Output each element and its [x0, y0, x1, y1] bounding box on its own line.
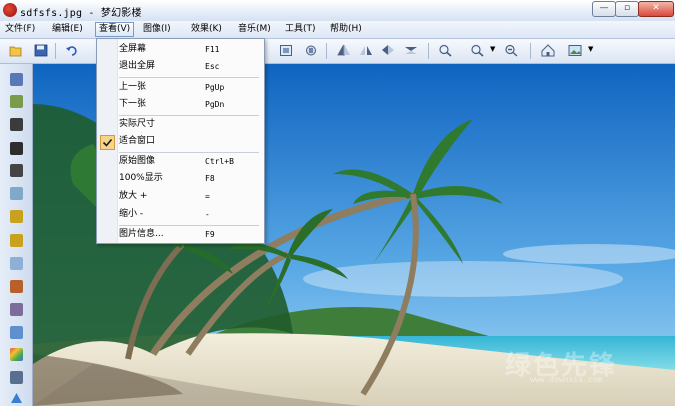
menu-image-info-label: 图片信息...: [119, 229, 164, 239]
mirror-icon[interactable]: [381, 44, 395, 57]
menu-zoom-in-shortcut: =: [205, 192, 210, 201]
picture-chevron-down-icon[interactable]: ▼: [588, 45, 593, 53]
app-logo-icon: [3, 3, 17, 17]
view-menu-dropdown: 全屏幕 F11 退出全屏 Esc 上一张 PgUp 下一张 PgDn 实际尺寸 …: [96, 38, 265, 244]
menu-fit-window-label: 适合窗口: [119, 136, 156, 146]
menu-next-shortcut: PgDn: [205, 100, 225, 109]
menu-zoom-in-label: 放大 +: [119, 191, 148, 201]
menu-100-percent-label: 100%显示: [119, 173, 163, 183]
menu-fullscreen-label: 全屏幕: [119, 44, 147, 54]
palette-icon[interactable]: [10, 348, 23, 361]
panel-icon[interactable]: [10, 257, 23, 270]
page-two-icon[interactable]: [10, 164, 23, 177]
save-icon[interactable]: [34, 44, 48, 57]
flip-left-icon[interactable]: [337, 44, 351, 57]
picture-icon[interactable]: [568, 44, 582, 57]
zoom-chevron-down-icon[interactable]: ▼: [490, 45, 495, 53]
album-icon[interactable]: [10, 95, 23, 108]
menu-next-label: 下一张: [119, 99, 147, 109]
menu-image-info[interactable]: 图片信息... F9: [119, 227, 261, 242]
menu-original-image-shortcut: Ctrl+B: [205, 157, 234, 166]
zoom-dropdown-icon[interactable]: [470, 44, 484, 57]
menu-help[interactable]: 帮助(H): [330, 23, 362, 36]
menu-actual-size[interactable]: 实际尺寸: [119, 117, 261, 132]
page-one-icon[interactable]: [10, 142, 23, 155]
menu-previous-shortcut: PgUp: [205, 83, 225, 92]
menu-image-info-shortcut: F9: [205, 230, 215, 239]
menu-fullscreen[interactable]: 全屏幕 F11: [119, 42, 261, 57]
mirror-alt-icon[interactable]: [404, 44, 418, 57]
camera-icon[interactable]: [10, 280, 23, 293]
menu-separator: [119, 77, 259, 78]
menu-actual-size-label: 实际尺寸: [119, 119, 156, 129]
triangle-icon[interactable]: [10, 392, 23, 404]
menu-100-percent[interactable]: 100%显示 F8: [119, 171, 261, 186]
close-button[interactable]: ✕: [638, 1, 674, 17]
rotate-icon[interactable]: [304, 44, 318, 57]
flip-right-icon[interactable]: [359, 44, 373, 57]
watermark-url: www.downxia.com: [530, 375, 603, 384]
home-icon[interactable]: [541, 44, 555, 57]
menu-exit-fullscreen-shortcut: Esc: [205, 62, 220, 71]
menu-zoom-out[interactable]: 缩小 - -: [119, 207, 261, 222]
menu-previous-label: 上一张: [119, 82, 147, 92]
menu-fit-window[interactable]: 适合窗口: [119, 134, 261, 149]
menu-edit[interactable]: 编辑(E): [52, 23, 83, 36]
checkmark-icon: [100, 135, 115, 150]
menu-zoom-in[interactable]: 放大 + =: [119, 189, 261, 204]
menu-previous[interactable]: 上一张 PgUp: [119, 80, 261, 95]
open-folder-icon[interactable]: [9, 44, 23, 57]
slide-alt-icon[interactable]: [10, 234, 23, 247]
menu-effects[interactable]: 效果(K): [191, 23, 222, 36]
menu-original-image-label: 原始图像: [119, 156, 156, 166]
print-icon[interactable]: [10, 371, 23, 384]
menu-fullscreen-shortcut: F11: [205, 45, 220, 54]
fit-screen-icon[interactable]: [279, 44, 293, 57]
menu-100-percent-shortcut: F8: [205, 174, 215, 183]
menu-separator: [119, 152, 259, 153]
menu-separator: [119, 225, 259, 226]
menu-exit-fullscreen[interactable]: 退出全屏 Esc: [119, 59, 261, 74]
menu-tools[interactable]: 工具(T): [285, 23, 316, 36]
filmstrip-icon[interactable]: [10, 118, 23, 131]
menu-next[interactable]: 下一张 PgDn: [119, 97, 261, 112]
undo-icon[interactable]: [65, 44, 79, 57]
menu-music[interactable]: 音乐(M): [238, 23, 271, 36]
menu-exit-fullscreen-label: 退出全屏: [119, 61, 156, 71]
menu-view[interactable]: 查看(V): [95, 22, 135, 37]
window-title: sdfsfs.jpg - 梦幻影楼: [20, 8, 142, 19]
menu-separator: [119, 115, 259, 116]
frame-icon[interactable]: [10, 303, 23, 316]
slide-icon[interactable]: [10, 210, 23, 223]
menu-original-image[interactable]: 原始图像 Ctrl+B: [119, 154, 261, 169]
menu-image[interactable]: 图像(I): [143, 23, 171, 36]
restore-button[interactable]: ▫: [615, 1, 639, 17]
stamp-icon[interactable]: [10, 326, 23, 339]
menu-zoom-out-label: 缩小 -: [119, 209, 144, 219]
zoom-in-icon[interactable]: [438, 44, 452, 57]
filmstrip-first-icon[interactable]: [10, 73, 23, 86]
menu-file[interactable]: 文件(F): [5, 23, 35, 36]
title-bar: sdfsfs.jpg - 梦幻影楼 — ▫ ✕: [0, 0, 675, 22]
left-sidebar: [0, 64, 33, 406]
image-icon[interactable]: [10, 187, 23, 200]
menu-bar: 文件(F) 编辑(E) 查看(V) 图像(I) 效果(K) 音乐(M) 工具(T…: [0, 21, 675, 39]
minimize-button[interactable]: —: [592, 1, 616, 17]
menu-zoom-out-shortcut: -: [205, 210, 210, 219]
zoom-out-icon[interactable]: [504, 44, 518, 57]
